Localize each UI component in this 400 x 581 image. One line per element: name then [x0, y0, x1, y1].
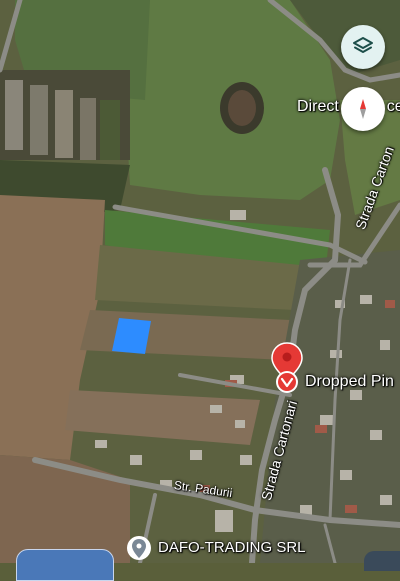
bottom-card-thumbnail[interactable]: [16, 549, 114, 581]
dafo-trading-label[interactable]: DAFO-TRADING SRL: [158, 539, 306, 556]
location-pin-icon: [127, 536, 151, 560]
layers-icon: [353, 37, 373, 53]
layers-button[interactable]: [341, 25, 385, 69]
dropped-pin-badge: [276, 371, 298, 393]
compass-button[interactable]: [341, 87, 385, 131]
edge-text: ce: [386, 98, 400, 115]
bottom-right-card[interactable]: [364, 551, 400, 571]
compass-icon: [360, 99, 366, 119]
dropped-pin-label[interactable]: Dropped Pin: [305, 373, 394, 391]
satellite-map[interactable]: [0, 0, 400, 563]
direct-text: Direct: [297, 98, 339, 115]
